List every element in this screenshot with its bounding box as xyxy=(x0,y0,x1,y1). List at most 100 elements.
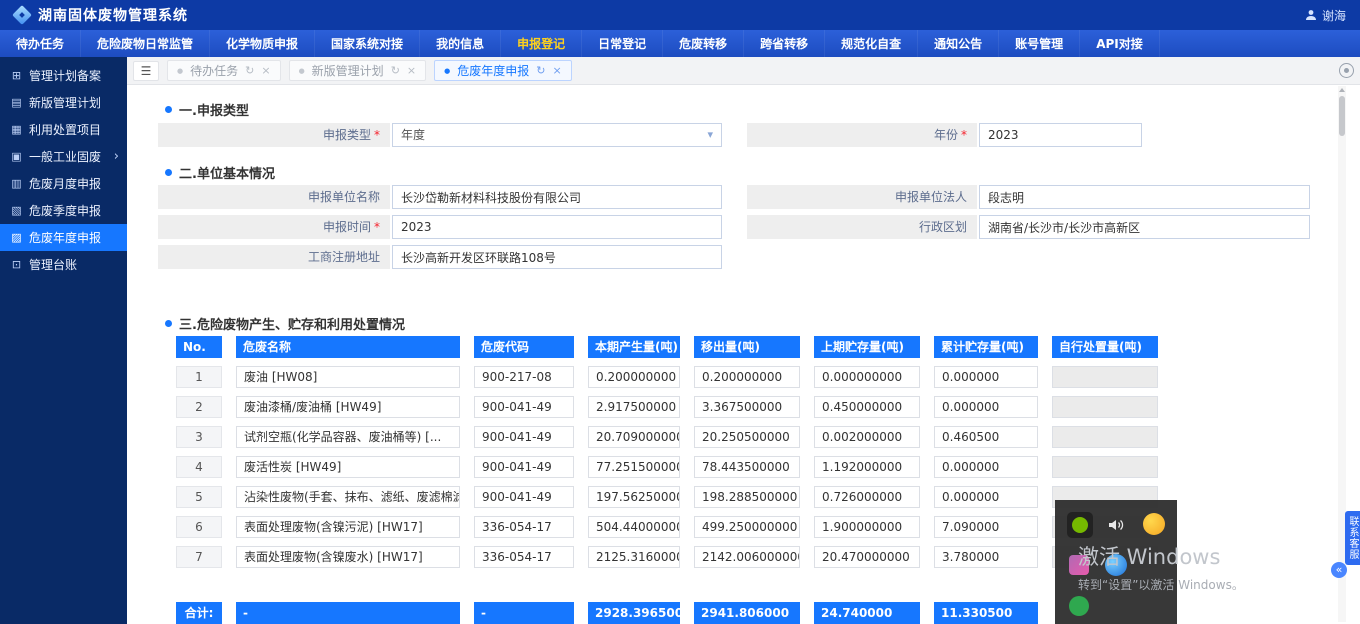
prev-storage-cell[interactable]: 0.000000000 xyxy=(814,366,920,388)
waste-name-cell[interactable]: 试剂空瓶(化学品容器、废油桶等) [... xyxy=(236,426,460,448)
produced-amount-cell[interactable]: 504.440000000 xyxy=(588,516,680,538)
waste-name-cell[interactable]: 沾染性废物(手套、抹布、滤纸、废滤棉滤网... xyxy=(236,486,460,508)
sync-tray-icon[interactable] xyxy=(1143,513,1165,535)
unit-name-input[interactable] xyxy=(392,185,722,209)
cum-storage-cell[interactable]: 0.000000 xyxy=(934,396,1038,418)
waste-code-cell[interactable]: 900-041-49 xyxy=(474,456,574,478)
cum-storage-cell[interactable]: 0.000000 xyxy=(934,366,1038,388)
address-row: 工商注册地址 xyxy=(158,245,1360,269)
moved-amount-cell[interactable]: 0.200000000 xyxy=(694,366,800,388)
nav-item[interactable]: 申报登记 xyxy=(501,30,582,57)
nav-item[interactable]: 通知公告 xyxy=(918,30,999,57)
prev-storage-cell[interactable]: 1.900000000 xyxy=(814,516,920,538)
sidebar-item[interactable]: ⊞ 管理计划备案 xyxy=(0,62,127,89)
sidebar-item[interactable]: ▧ 危废季度申报 xyxy=(0,197,127,224)
nav-item[interactable]: 账号管理 xyxy=(999,30,1080,57)
user-menu[interactable]: 谢海 xyxy=(1305,7,1346,24)
cum-storage-cell[interactable]: 3.780000 xyxy=(934,546,1038,568)
waste-code-cell[interactable]: 336-054-17 xyxy=(474,516,574,538)
prev-storage-cell[interactable]: 1.192000000 xyxy=(814,456,920,478)
contact-support-button[interactable]: 联系客服 xyxy=(1345,511,1360,565)
sidebar-item-label: 新版管理计划 xyxy=(29,94,113,111)
sidebar-item[interactable]: ▣ 一般工业固废 › xyxy=(0,143,127,170)
scrollbar-thumb[interactable] xyxy=(1339,96,1345,136)
produced-amount-cell[interactable]: 2125.316000000 xyxy=(588,546,680,568)
prev-storage-cell[interactable]: 0.726000000 xyxy=(814,486,920,508)
legal-person-input[interactable] xyxy=(979,185,1310,209)
region-input[interactable] xyxy=(979,215,1310,239)
sidebar-item[interactable]: ▤ 新版管理计划 xyxy=(0,89,127,116)
sidebar-item[interactable]: ▨ 危废年度申报 xyxy=(0,224,127,251)
scroll-up-icon[interactable] xyxy=(1338,86,1346,94)
tab-refresh-icon[interactable]: ↻ xyxy=(245,64,254,77)
nav-item[interactable]: 规范化自查 xyxy=(825,30,918,57)
tab[interactable]: ● 危废年度申报 ↻ × xyxy=(434,60,572,81)
tab-close-icon[interactable]: × xyxy=(261,64,270,77)
produced-amount-cell[interactable]: 2.917500000 xyxy=(588,396,680,418)
waste-name-cell[interactable]: 表面处理废物(含镍废水) [HW17] xyxy=(236,546,460,568)
volume-tray-icon[interactable] xyxy=(1106,515,1126,535)
produced-amount-cell[interactable]: 0.200000000 xyxy=(588,366,680,388)
produced-amount-cell[interactable]: 197.562500000 xyxy=(588,486,680,508)
tab[interactable]: ● 待办任务 ↻ × xyxy=(167,60,281,81)
moved-amount-cell[interactable]: 499.250000000 xyxy=(694,516,800,538)
sidebar-item[interactable]: ▥ 危废月度申报 xyxy=(0,170,127,197)
cum-storage-cell[interactable]: 7.090000 xyxy=(934,516,1038,538)
sidebar-item[interactable]: ▦ 利用处置项目 xyxy=(0,116,127,143)
tab[interactable]: ● 新版管理计划 ↻ × xyxy=(289,60,427,81)
nvidia-tray-icon[interactable] xyxy=(1067,512,1093,538)
waste-code-cell[interactable]: 900-217-08 xyxy=(474,366,574,388)
collapse-panel-button[interactable]: « xyxy=(1331,562,1347,578)
hamburger-menu-icon[interactable]: ☰ xyxy=(133,61,159,81)
speaker-icon xyxy=(1106,515,1126,535)
sidebar-item-label: 危废月度申报 xyxy=(29,175,113,192)
waste-name-cell[interactable]: 废油 [HW08] xyxy=(236,366,460,388)
produced-amount-cell[interactable]: 20.709000000 xyxy=(588,426,680,448)
search-tool-tray-icon[interactable] xyxy=(1069,596,1089,616)
cum-storage-cell[interactable]: 0.000000 xyxy=(934,456,1038,478)
nav-item[interactable]: 日常登记 xyxy=(582,30,663,57)
waste-code-cell[interactable]: 900-041-49 xyxy=(474,486,574,508)
target-icon[interactable] xyxy=(1339,63,1354,78)
browser-tray-icon[interactable] xyxy=(1105,554,1127,576)
prev-storage-cell[interactable]: 20.470000000 xyxy=(814,546,920,568)
user-name: 谢海 xyxy=(1322,7,1346,24)
sidebar-item[interactable]: ⊡ 管理台账 xyxy=(0,251,127,278)
prev-storage-cell[interactable]: 0.450000000 xyxy=(814,396,920,418)
nav-item[interactable]: 待办任务 xyxy=(0,30,81,57)
moved-amount-cell[interactable]: 3.367500000 xyxy=(694,396,800,418)
nav-item[interactable]: API对接 xyxy=(1080,30,1160,57)
prev-storage-cell[interactable]: 0.002000000 xyxy=(814,426,920,448)
cum-storage-cell[interactable]: 0.000000 xyxy=(934,486,1038,508)
year-input[interactable] xyxy=(979,123,1142,147)
nav-item[interactable]: 跨省转移 xyxy=(744,30,825,57)
moved-amount-cell[interactable]: 20.250500000 xyxy=(694,426,800,448)
nav-item[interactable]: 化学物质申报 xyxy=(210,30,315,57)
tab-close-icon[interactable]: × xyxy=(552,64,561,77)
sidebar-item-icon: ▣ xyxy=(10,150,23,163)
cum-storage-cell[interactable]: 0.460500 xyxy=(934,426,1038,448)
waste-code-cell[interactable]: 900-041-49 xyxy=(474,396,574,418)
nav-item[interactable]: 我的信息 xyxy=(420,30,501,57)
waste-name-cell[interactable]: 表面处理废物(含镍污泥) [HW17] xyxy=(236,516,460,538)
utility-tray-icon[interactable] xyxy=(1069,555,1089,575)
declare-time-input[interactable] xyxy=(392,215,722,239)
waste-name-cell[interactable]: 废油漆桶/废油桶 [HW49] xyxy=(236,396,460,418)
sidebar-item-label: 利用处置项目 xyxy=(29,121,113,138)
waste-code-cell[interactable]: 336-054-17 xyxy=(474,546,574,568)
produced-amount-cell[interactable]: 77.251500000 xyxy=(588,456,680,478)
moved-amount-cell[interactable]: 198.288500000 xyxy=(694,486,800,508)
moved-amount-cell[interactable]: 2142.006000000 xyxy=(694,546,800,568)
nav-item[interactable]: 危险废物日常监管 xyxy=(81,30,210,57)
tab-close-icon[interactable]: × xyxy=(407,64,416,77)
tab-refresh-icon[interactable]: ↻ xyxy=(391,64,400,77)
nav-item-label: 账号管理 xyxy=(1015,35,1063,52)
waste-name-cell[interactable]: 废活性炭 [HW49] xyxy=(236,456,460,478)
declare-type-select[interactable]: 年度 ▾ xyxy=(392,123,722,147)
waste-code-cell[interactable]: 900-041-49 xyxy=(474,426,574,448)
moved-amount-cell[interactable]: 78.443500000 xyxy=(694,456,800,478)
tab-refresh-icon[interactable]: ↻ xyxy=(536,64,545,77)
address-input[interactable] xyxy=(392,245,722,269)
nav-item[interactable]: 危废转移 xyxy=(663,30,744,57)
nav-item[interactable]: 国家系统对接 xyxy=(315,30,420,57)
